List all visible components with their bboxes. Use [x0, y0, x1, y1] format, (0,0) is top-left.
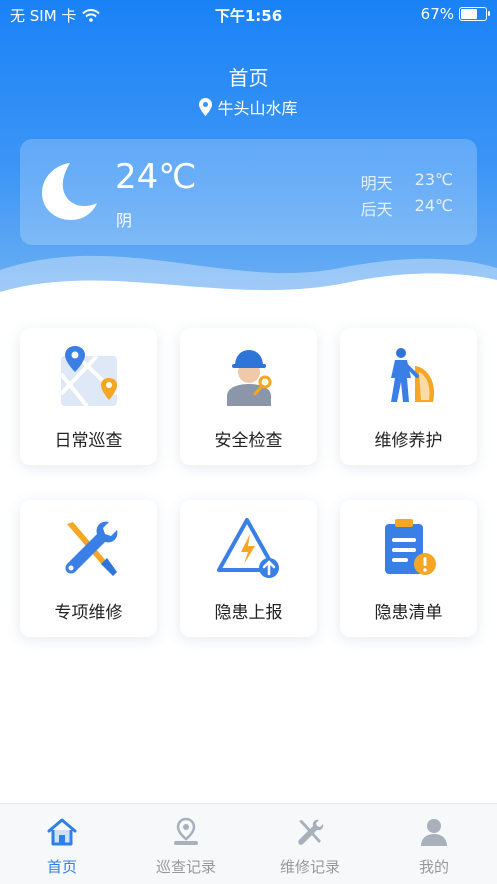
forecast-tomorrow: 明天 23℃ — [361, 170, 453, 194]
user-icon — [421, 819, 447, 846]
wrench-screwdriver-icon — [65, 521, 118, 576]
tab-me[interactable]: 我的 — [372, 814, 496, 877]
forecast-day: 明天 — [360, 174, 393, 193]
tab-label: 巡查记录 — [155, 858, 216, 876]
tab-repair-records[interactable]: 维修记录 — [248, 814, 372, 877]
location-selector[interactable]: 牛头山水库 — [0, 95, 497, 119]
hazard-list-button[interactable]: 隐患清单 — [340, 500, 477, 637]
menu-label: 维修养护 — [374, 431, 443, 451]
battery-icon — [459, 7, 490, 21]
status-bar: 无 SIM 卡 下午1:56 67% — [0, 0, 497, 28]
menu-label: 隐患清单 — [374, 603, 443, 623]
location-pin-icon — [199, 98, 213, 116]
menu-label: 安全检查 — [214, 431, 283, 451]
tab-inspection-records[interactable]: 巡查记录 — [124, 814, 248, 877]
forecast-temp: 23℃ — [414, 170, 453, 189]
menu-label: 隐患上报 — [214, 603, 283, 623]
weather-card: 24℃ 阴 明天 23℃ 后天 24℃ — [20, 139, 477, 245]
location-record-icon — [174, 817, 198, 845]
menu-label: 专项维修 — [54, 603, 123, 623]
maintenance-button[interactable]: 维修养护 — [340, 328, 477, 465]
special-repair-button[interactable]: 专项维修 — [20, 500, 157, 637]
home-icon — [47, 818, 77, 846]
tab-label: 我的 — [418, 858, 449, 876]
menu-label: 日常巡查 — [54, 431, 123, 451]
tab-home[interactable]: 首页 — [0, 814, 124, 877]
tab-label: 维修记录 — [279, 858, 340, 876]
battery-percent: 67% — [420, 5, 454, 23]
current-temperature: 24℃ — [115, 157, 197, 197]
forecast-day-after: 后天 24℃ — [361, 196, 453, 220]
bottom-tab-bar: 首页 巡查记录 维修记录 我的 — [0, 803, 497, 884]
tab-label: 首页 — [46, 858, 77, 876]
worker-icon — [227, 350, 272, 406]
weather-condition: 阴 — [116, 211, 133, 230]
clipboard-alert-icon — [385, 519, 436, 575]
maintenance-worker-icon — [391, 348, 435, 402]
hazard-report-button[interactable]: 隐患上报 — [180, 500, 317, 637]
tools-icon — [298, 819, 324, 845]
forecast-day: 后天 — [360, 200, 393, 219]
warning-upload-icon — [217, 518, 279, 578]
daily-inspection-button[interactable]: 日常巡查 — [20, 328, 157, 465]
page-title: 首页 — [228, 66, 269, 90]
location-label: 牛头山水库 — [217, 99, 298, 118]
safety-check-button[interactable]: 安全检查 — [180, 328, 317, 465]
forecast-temp: 24℃ — [414, 196, 453, 215]
map-pin-icon — [59, 346, 119, 408]
moon-icon — [42, 163, 97, 220]
